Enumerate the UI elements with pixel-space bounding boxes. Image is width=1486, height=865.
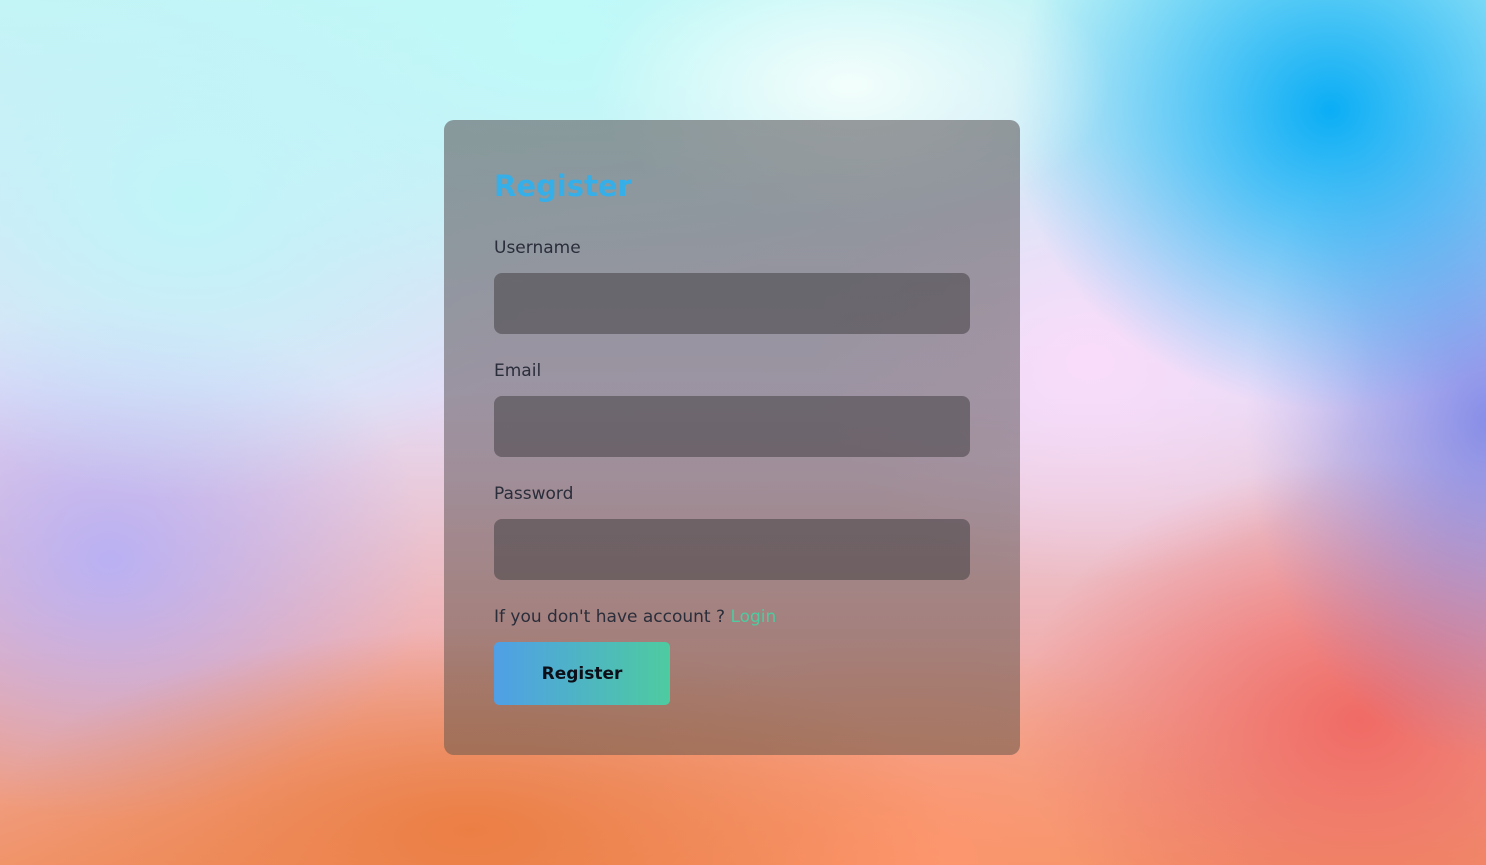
password-input[interactable]: [494, 519, 970, 580]
account-prompt-text: If you don't have account ?: [494, 607, 726, 627]
register-button[interactable]: Register: [494, 642, 670, 705]
register-card: Register Username Email Password If you …: [444, 120, 1020, 755]
login-link[interactable]: Login: [730, 607, 776, 627]
account-prompt-line: If you don't have account ? Login: [494, 606, 776, 628]
username-input[interactable]: [494, 273, 970, 334]
username-label: Username: [494, 238, 581, 258]
email-label: Email: [494, 361, 542, 381]
password-label: Password: [494, 484, 574, 504]
form-title: Register: [494, 169, 632, 203]
email-input[interactable]: [494, 396, 970, 457]
